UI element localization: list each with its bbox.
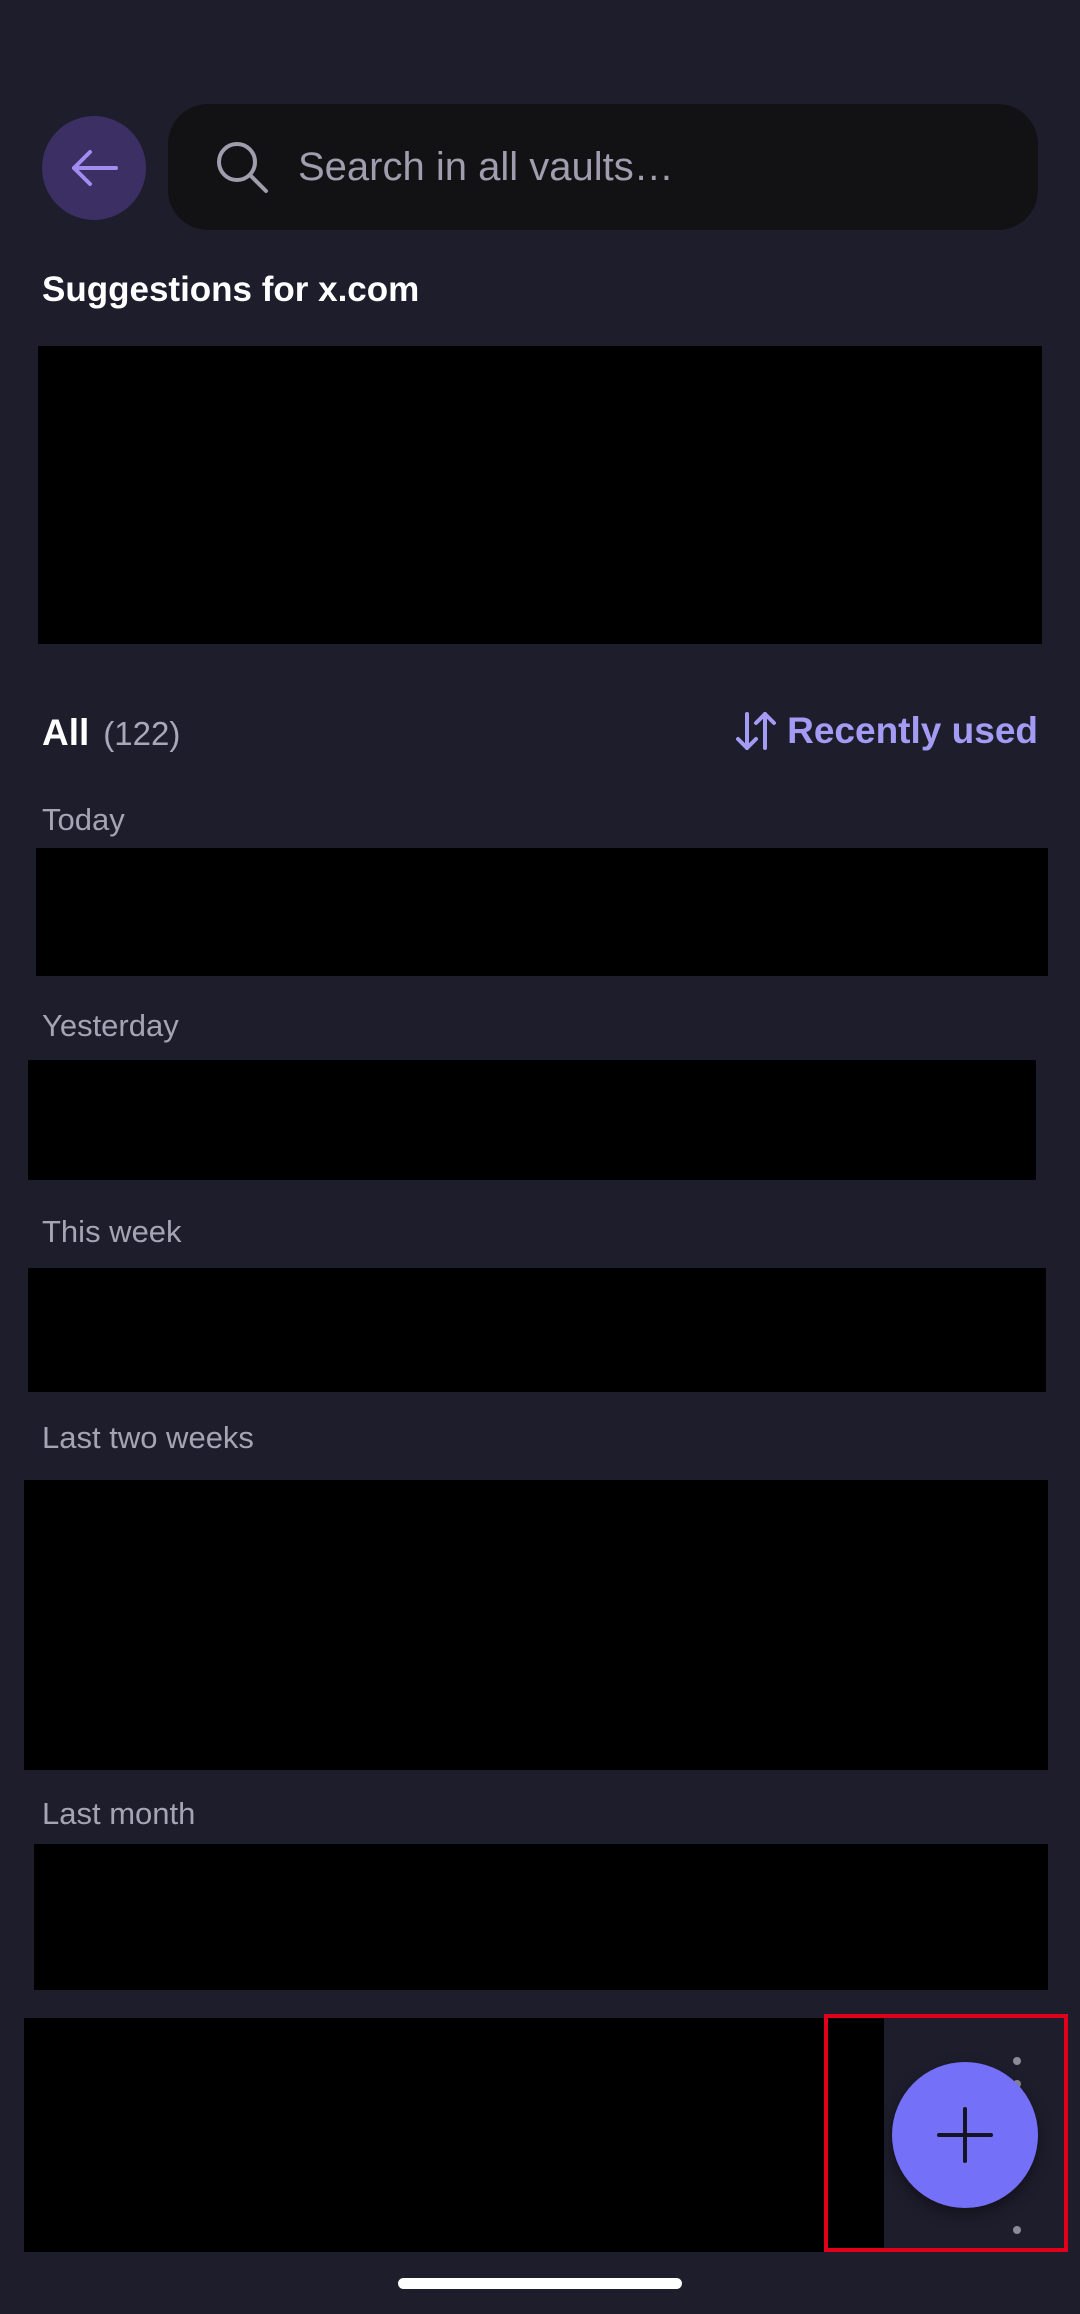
list-item[interactable]: [28, 1060, 1036, 1180]
list-item[interactable]: [36, 848, 1048, 976]
all-items-label: All: [42, 712, 90, 753]
list-item[interactable]: [28, 1268, 1046, 1392]
group-label-yesterday: Yesterday: [42, 1008, 179, 1043]
add-item-button[interactable]: [892, 2062, 1038, 2208]
search-bar[interactable]: [168, 104, 1038, 230]
search-input[interactable]: [296, 126, 1038, 208]
sort-arrows-icon: [733, 708, 779, 754]
list-item[interactable]: [24, 1480, 1048, 1770]
back-button[interactable]: [42, 116, 146, 220]
all-items-count: (122): [103, 715, 181, 752]
group-label-this-week: This week: [42, 1214, 182, 1249]
arrow-left-icon: [72, 150, 118, 186]
list-item[interactable]: [24, 2018, 824, 2252]
sort-label: Recently used: [787, 710, 1038, 751]
sort-button[interactable]: Recently used: [733, 708, 1038, 754]
more-options-dot-icon[interactable]: [1013, 2057, 1021, 2065]
suggestion-item[interactable]: [38, 346, 1042, 644]
more-options-dot-icon[interactable]: [1013, 2226, 1021, 2234]
search-icon: [212, 137, 272, 197]
list-item-edge: [828, 2018, 884, 2248]
all-items-header: All (122): [42, 712, 180, 754]
group-label-today: Today: [42, 802, 125, 837]
suggestions-title: Suggestions for x.com: [42, 270, 420, 309]
list-item[interactable]: [34, 1844, 1048, 1990]
group-label-last-month: Last month: [42, 1796, 196, 1831]
home-indicator[interactable]: [398, 2278, 682, 2289]
plus-icon: [937, 2107, 993, 2163]
group-label-last-two-weeks: Last two weeks: [42, 1420, 254, 1455]
